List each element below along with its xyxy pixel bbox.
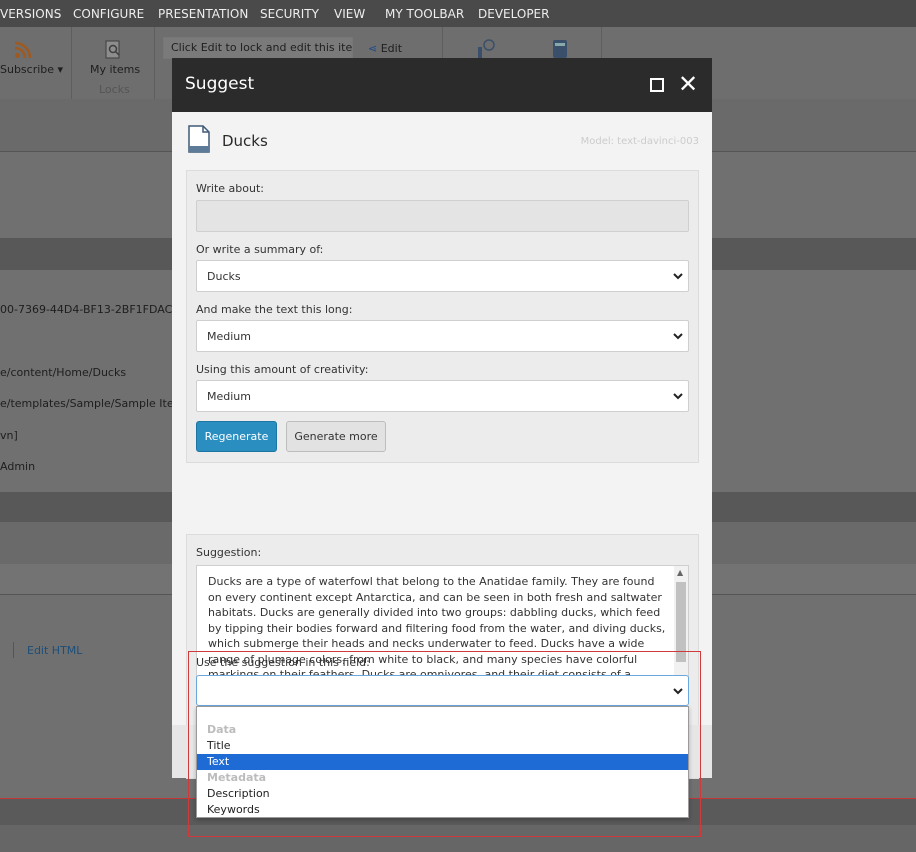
edit-button[interactable]: ⋖ Edit — [368, 42, 402, 55]
menu-versions[interactable]: VERSIONS — [0, 7, 61, 21]
generate-more-button[interactable]: Generate more — [286, 421, 386, 452]
item-owner-text: vn] — [0, 429, 18, 442]
item-created-by-text: Admin — [0, 460, 36, 473]
rss-icon — [14, 41, 32, 59]
dialog-title: Suggest — [185, 74, 255, 94]
menu-view[interactable]: VIEW — [334, 7, 365, 21]
tools-icon — [478, 39, 495, 58]
chevron-down-icon — [673, 333, 683, 340]
chevron-down-icon — [673, 393, 683, 400]
item-path-text: e/content/Home/Ducks — [0, 366, 127, 379]
maximize-icon[interactable] — [650, 78, 664, 92]
edit-icon: ⋖ — [368, 42, 378, 55]
target-field-dropdown: Data Title Text Metadata Description Key… — [196, 706, 689, 818]
chevron-down-icon — [673, 688, 683, 695]
database-icon — [553, 40, 567, 58]
scroll-up-icon[interactable]: ▲ — [677, 569, 683, 577]
summary-label: Or write a summary of: — [196, 243, 324, 256]
scrollbar-thumb[interactable] — [676, 582, 686, 662]
length-label: And make the text this long: — [196, 303, 353, 316]
lock-info-box: Click Edit to lock and edit this item. — [163, 37, 353, 59]
dropdown-group-metadata: Metadata — [207, 771, 267, 784]
write-about-label: Write about: — [196, 182, 264, 195]
my-items-icon — [105, 40, 120, 59]
edit-html-link[interactable]: Edit HTML — [27, 644, 82, 657]
close-icon[interactable]: ✕ — [678, 72, 698, 96]
length-select[interactable]: Medium — [196, 320, 689, 352]
my-items-button[interactable]: My items — [90, 63, 140, 76]
item-template-text: e/templates/Sample/Sample Item - — [0, 397, 192, 410]
target-field-select[interactable] — [196, 675, 689, 706]
dropdown-option-keywords[interactable]: Keywords — [197, 802, 688, 818]
creativity-select[interactable]: Medium — [196, 380, 689, 412]
model-label: Model: text-davinci-003 — [580, 136, 699, 147]
item-id-text: 00-7369-44D4-BF13-2BF1FDAC7D1 — [0, 303, 195, 316]
chevron-down-icon — [673, 273, 683, 280]
menu-developer[interactable]: DEVELOPER — [478, 7, 549, 21]
item-name: Ducks — [222, 132, 268, 150]
dropdown-option-text[interactable]: Text — [197, 754, 688, 770]
regenerate-button[interactable]: Regenerate — [196, 421, 277, 452]
menu-configure[interactable]: CONFIGURE — [73, 7, 144, 21]
dialog-header: Suggest ✕ — [172, 58, 712, 112]
write-about-input[interactable] — [196, 200, 689, 232]
summary-select[interactable]: Ducks — [196, 260, 689, 292]
document-icon — [188, 125, 210, 153]
suggestion-label: Suggestion: — [196, 546, 262, 559]
menu-presentation[interactable]: PRESENTATION — [158, 7, 248, 21]
dropdown-option-title[interactable]: Title — [197, 738, 688, 754]
parameters-panel: Write about: Or write a summary of: Duck… — [186, 170, 699, 463]
menu-my-toolbar[interactable]: MY TOOLBAR — [385, 7, 464, 21]
locks-group-label: Locks — [99, 83, 130, 96]
creativity-label: Using this amount of creativity: — [196, 363, 369, 376]
dropdown-group-data: Data — [207, 723, 237, 736]
dropdown-option-description[interactable]: Description — [197, 786, 688, 802]
use-field-label: Use the suggestion in this field: — [196, 656, 370, 669]
top-menubar: VERSIONS CONFIGURE PRESENTATION SECURITY… — [0, 0, 916, 27]
menu-security[interactable]: SECURITY — [260, 7, 319, 21]
subscribe-button[interactable]: Subscribe ▾ — [0, 63, 63, 76]
